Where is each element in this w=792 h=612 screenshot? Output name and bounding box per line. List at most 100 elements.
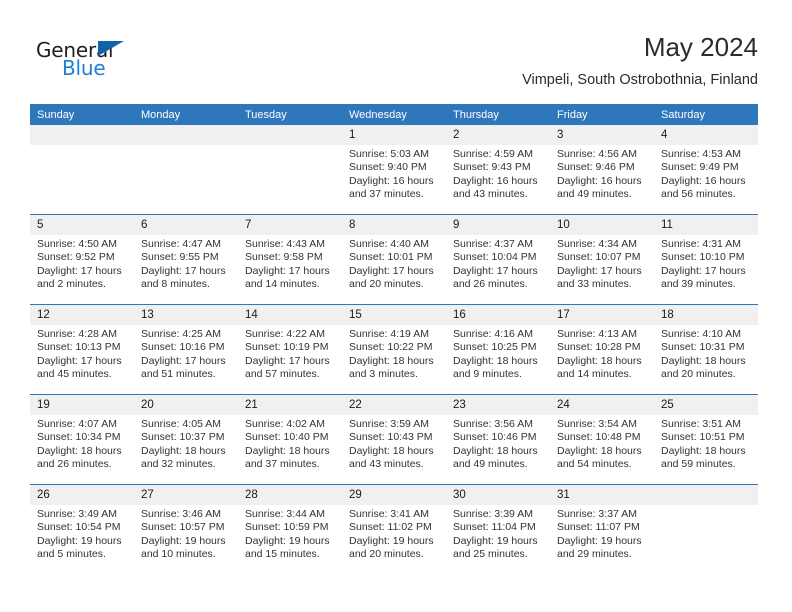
calendar-day-cell[interactable]: 25 Sunrise: 3:51 AM Sunset: 10:51 PM Daylig… [654, 394, 758, 485]
day-info: Sunrise: 4:40 AM Sunset: 10:01 PM Daylight… [342, 235, 446, 292]
sunrise-text: Sunrise: 4:10 AM [661, 328, 741, 340]
day-info: Sunrise: 3:39 AM Sunset: 11:04 PM Daylight… [446, 505, 550, 562]
calendar-day-cell[interactable]: 15 Sunrise: 4:19 AM Sunset: 10:22 PM Daylig… [342, 304, 446, 395]
page-header: General Blue May 2024 Vimpeli, South Ost… [30, 28, 758, 98]
day-number: 1 [342, 125, 446, 145]
sunset-text: Sunset: 10:10 PM [661, 251, 745, 264]
daylight-text: Daylight: 19 hours and 25 minutes. [453, 534, 538, 561]
daylight-text: Daylight: 18 hours and 37 minutes. [245, 444, 330, 471]
weekday-header-tuesday: Tuesday [238, 104, 342, 125]
weekday-header-friday: Friday [550, 104, 654, 125]
calendar-day-cell[interactable]: 19 Sunrise: 4:07 AM Sunset: 10:34 PM Daylig… [30, 394, 134, 485]
sunset-text: Sunset: 11:04 PM [453, 521, 536, 534]
calendar-day-cell[interactable]: 6 Sunrise: 4:47 AM Sunset: 9:55 PM Daylight… [134, 214, 238, 305]
calendar-day-cell[interactable]: 18 Sunrise: 4:10 AM Sunset: 10:31 PM Daylig… [654, 304, 758, 395]
day-number: 3 [550, 125, 654, 145]
day-number: 29 [342, 485, 446, 505]
sunset-text: Sunset: 11:02 PM [349, 521, 432, 534]
sunrise-text: Sunrise: 3:54 AM [557, 418, 637, 430]
daylight-text: Daylight: 16 hours and 37 minutes. [349, 174, 434, 201]
day-info: Sunrise: 3:51 AM Sunset: 10:51 PM Daylight… [654, 415, 758, 472]
general-blue-logo[interactable]: General Blue [36, 38, 176, 86]
calendar-day-cell[interactable]: 1 Sunrise: 5:03 AM Sunset: 9:40 PM Daylight… [342, 125, 446, 215]
daylight-text: Daylight: 18 hours and 14 minutes. [557, 354, 642, 381]
calendar-week-row: 5 Sunrise: 4:50 AM Sunset: 9:52 PM Daylight… [30, 214, 758, 305]
day-info: Sunrise: 4:50 AM Sunset: 9:52 PM Daylight:… [30, 235, 134, 292]
calendar-day-cell[interactable]: 26 Sunrise: 3:49 AM Sunset: 10:54 PM Daylig… [30, 484, 134, 574]
calendar-week-row: 26 Sunrise: 3:49 AM Sunset: 10:54 PM Daylig… [30, 484, 758, 574]
sunrise-text: Sunrise: 4:19 AM [349, 328, 429, 340]
daylight-text: Daylight: 17 hours and 20 minutes. [349, 264, 434, 291]
daylight-text: Daylight: 17 hours and 57 minutes. [245, 354, 330, 381]
day-number [30, 125, 134, 145]
sunset-text: Sunset: 10:51 PM [661, 431, 745, 444]
sunrise-text: Sunrise: 4:47 AM [141, 238, 221, 250]
calendar-day-cell[interactable]: 17 Sunrise: 4:13 AM Sunset: 10:28 PM Daylig… [550, 304, 654, 395]
day-info: Sunrise: 4:19 AM Sunset: 10:22 PM Daylight… [342, 325, 446, 382]
calendar-day-cell[interactable]: 7 Sunrise: 4:43 AM Sunset: 9:58 PM Daylight… [238, 214, 342, 305]
daylight-text: Daylight: 18 hours and 32 minutes. [141, 444, 226, 471]
day-number: 14 [238, 305, 342, 325]
weekday-header-saturday: Saturday [654, 104, 758, 125]
sunset-text: Sunset: 9:43 PM [453, 161, 531, 174]
day-number: 26 [30, 485, 134, 505]
calendar-day-cell[interactable]: 28 Sunrise: 3:44 AM Sunset: 10:59 PM Daylig… [238, 484, 342, 574]
calendar-day-cell[interactable]: 27 Sunrise: 3:46 AM Sunset: 10:57 PM Daylig… [134, 484, 238, 574]
calendar-day-cell[interactable]: 4 Sunrise: 4:53 AM Sunset: 9:49 PM Daylight… [654, 125, 758, 215]
sunset-text: Sunset: 10:31 PM [661, 341, 745, 354]
daylight-text: Daylight: 16 hours and 43 minutes. [453, 174, 538, 201]
sunrise-text: Sunrise: 4:59 AM [453, 148, 533, 160]
calendar-day-cell[interactable]: 30 Sunrise: 3:39 AM Sunset: 11:04 PM Daylig… [446, 484, 550, 574]
calendar-day-cell[interactable]: 5 Sunrise: 4:50 AM Sunset: 9:52 PM Daylight… [30, 214, 134, 305]
day-info: Sunrise: 3:59 AM Sunset: 10:43 PM Daylight… [342, 415, 446, 472]
calendar-day-cell[interactable]: 24 Sunrise: 3:54 AM Sunset: 10:48 PM Daylig… [550, 394, 654, 485]
sunset-text: Sunset: 10:01 PM [349, 251, 433, 264]
calendar-day-cell[interactable]: 11 Sunrise: 4:31 AM Sunset: 10:10 PM Daylig… [654, 214, 758, 305]
logo-text-blue: Blue [62, 56, 106, 80]
calendar-week-row: 19 Sunrise: 4:07 AM Sunset: 10:34 PM Daylig… [30, 394, 758, 485]
day-info: Sunrise: 4:28 AM Sunset: 10:13 PM Daylight… [30, 325, 134, 382]
sunrise-text: Sunrise: 3:41 AM [349, 508, 429, 520]
calendar-day-cell[interactable]: 16 Sunrise: 4:16 AM Sunset: 10:25 PM Daylig… [446, 304, 550, 395]
day-number [134, 125, 238, 145]
sunrise-text: Sunrise: 3:37 AM [557, 508, 637, 520]
sunset-text: Sunset: 10:13 PM [37, 341, 121, 354]
sunrise-text: Sunrise: 3:56 AM [453, 418, 533, 430]
calendar-day-cell[interactable]: 21 Sunrise: 4:02 AM Sunset: 10:40 PM Daylig… [238, 394, 342, 485]
calendar-day-cell[interactable]: 23 Sunrise: 3:56 AM Sunset: 10:46 PM Daylig… [446, 394, 550, 485]
calendar-cell-empty [134, 125, 238, 215]
sunrise-text: Sunrise: 3:49 AM [37, 508, 117, 520]
day-number: 21 [238, 395, 342, 415]
calendar-day-cell[interactable]: 2 Sunrise: 4:59 AM Sunset: 9:43 PM Daylight… [446, 125, 550, 215]
calendar-day-cell[interactable]: 10 Sunrise: 4:34 AM Sunset: 10:07 PM Daylig… [550, 214, 654, 305]
calendar-day-cell[interactable]: 29 Sunrise: 3:41 AM Sunset: 11:02 PM Daylig… [342, 484, 446, 574]
sunrise-text: Sunrise: 4:25 AM [141, 328, 221, 340]
calendar-day-cell[interactable]: 20 Sunrise: 4:05 AM Sunset: 10:37 PM Daylig… [134, 394, 238, 485]
daylight-text: Daylight: 17 hours and 39 minutes. [661, 264, 746, 291]
calendar-day-cell[interactable]: 9 Sunrise: 4:37 AM Sunset: 10:04 PM Dayligh… [446, 214, 550, 305]
daylight-text: Daylight: 17 hours and 26 minutes. [453, 264, 538, 291]
sunrise-text: Sunrise: 4:50 AM [37, 238, 117, 250]
sunset-text: Sunset: 9:40 PM [349, 161, 427, 174]
calendar-day-cell[interactable]: 3 Sunrise: 4:56 AM Sunset: 9:46 PM Daylight… [550, 125, 654, 215]
calendar-day-cell[interactable]: 12 Sunrise: 4:28 AM Sunset: 10:13 PM Daylig… [30, 304, 134, 395]
calendar-day-cell[interactable]: 13 Sunrise: 4:25 AM Sunset: 10:16 PM Daylig… [134, 304, 238, 395]
day-number: 8 [342, 215, 446, 235]
calendar-day-cell[interactable]: 8 Sunrise: 4:40 AM Sunset: 10:01 PM Dayligh… [342, 214, 446, 305]
calendar-day-cell[interactable]: 31 Sunrise: 3:37 AM Sunset: 11:07 PM Daylig… [550, 484, 654, 574]
calendar-table: Sunday Monday Tuesday Wednesday Thursday Frid… [30, 104, 758, 574]
calendar-page: General Blue May 2024 Vimpeli, South Ost… [0, 0, 792, 612]
day-number: 28 [238, 485, 342, 505]
daylight-text: Daylight: 18 hours and 20 minutes. [661, 354, 746, 381]
day-info: Sunrise: 4:34 AM Sunset: 10:07 PM Daylight… [550, 235, 654, 292]
sunrise-text: Sunrise: 3:39 AM [453, 508, 533, 520]
calendar-day-cell[interactable]: 14 Sunrise: 4:22 AM Sunset: 10:19 PM Daylig… [238, 304, 342, 395]
sunrise-text: Sunrise: 4:56 AM [557, 148, 637, 160]
sunrise-text: Sunrise: 3:44 AM [245, 508, 325, 520]
daylight-text: Daylight: 19 hours and 5 minutes. [37, 534, 122, 561]
calendar-day-cell[interactable]: 22 Sunrise: 3:59 AM Sunset: 10:43 PM Daylig… [342, 394, 446, 485]
day-number: 27 [134, 485, 238, 505]
daylight-text: Daylight: 17 hours and 14 minutes. [245, 264, 330, 291]
weekday-header-row: Sunday Monday Tuesday Wednesday Thursday Frid… [30, 104, 758, 125]
sunset-text: Sunset: 10:28 PM [557, 341, 641, 354]
